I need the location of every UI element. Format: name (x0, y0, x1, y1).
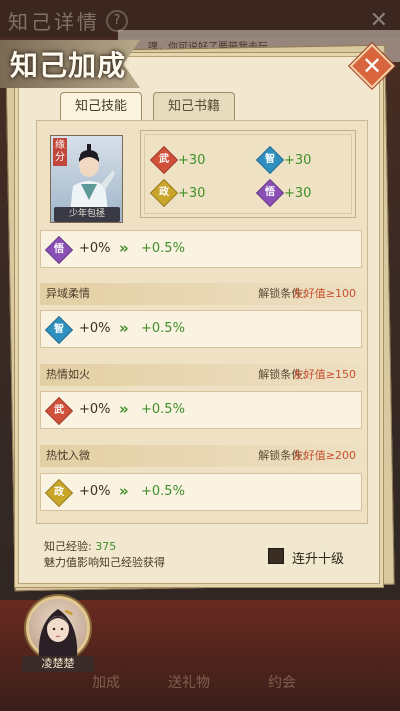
wisdom-gem-icon: 智 (255, 145, 285, 175)
exp-value: 375 (95, 540, 117, 553)
skill-next-bonus: +0.5% (141, 241, 185, 256)
skill-header: 异域柔情 解锁条件: 友好值≥100 (40, 283, 362, 305)
skill-header: 热忱入微 解锁条件: 友好值≥200 (40, 445, 362, 467)
skill-row: 政 +0% » +0.5% (40, 473, 362, 511)
martial-gem-icon: 武 (149, 145, 179, 175)
bottom-tab-gift[interactable]: 送礼物 (168, 672, 210, 692)
panel-title: 知己加成 (10, 49, 127, 82)
level-up-label[interactable]: 连升十级 (292, 548, 344, 567)
martial-gem-icon: 武 (44, 396, 74, 426)
skill-row: 悟 +0% » +0.5% (40, 230, 362, 268)
double-chevron-icon: » (119, 319, 129, 337)
skill-name: 异域柔情 (46, 287, 90, 300)
skill-next-bonus: +0.5% (141, 402, 185, 417)
double-chevron-icon: » (119, 239, 129, 257)
tab-books[interactable]: 知己书籍 (153, 92, 235, 120)
unlock-requirement: 友好值≥200 (292, 449, 356, 462)
skill-row: 武 +0% » +0.5% (40, 391, 362, 429)
stat-value: +30 (284, 152, 312, 168)
stat-value: +30 (178, 185, 206, 201)
exp-label: 知己经验: (44, 540, 92, 553)
bottom-tab-date[interactable]: 约会 (268, 672, 296, 692)
stat-insight: 悟 +30 (255, 178, 312, 208)
unlock-requirement: 友好值≥150 (292, 368, 356, 381)
level-up-checkbox[interactable] (268, 548, 284, 564)
double-chevron-icon: » (119, 400, 129, 418)
skill-name: 热情如火 (46, 368, 90, 381)
wisdom-gem-icon: 智 (44, 315, 74, 345)
skill-current-bonus: +0% (79, 241, 111, 256)
companion-exp: 知己经验: 375 (44, 538, 116, 554)
skill-current-bonus: +0% (79, 402, 111, 417)
politics-gem-icon: 政 (149, 178, 179, 208)
insight-gem-icon: 悟 (255, 178, 285, 208)
skill-name: 热忱入微 (46, 449, 90, 462)
skill-current-bonus: +0% (79, 321, 111, 336)
tab-skills[interactable]: 知己技能 (60, 92, 142, 120)
exp-hint: 魅力值影响知己经验获得 (44, 556, 165, 569)
background-title: 知己详情 (8, 10, 100, 34)
politics-gem-icon: 政 (44, 478, 74, 508)
stat-wisdom: 智 +30 (255, 145, 312, 175)
companion-name: 少年包拯 (54, 207, 120, 222)
help-icon[interactable]: ? (106, 10, 128, 32)
stat-value: +30 (284, 185, 312, 201)
bottom-tab-bonus[interactable]: 加成 (92, 672, 120, 692)
close-icon: ✕ (361, 52, 383, 80)
stat-politics: 政 +30 (149, 178, 206, 208)
stat-value: +30 (178, 152, 206, 168)
double-chevron-icon: » (119, 482, 129, 500)
character-avatar-art (38, 609, 78, 657)
unlock-requirement: 友好值≥100 (292, 287, 356, 300)
character-avatar[interactable] (26, 596, 90, 660)
skill-current-bonus: +0% (79, 484, 111, 499)
stats-panel (140, 130, 356, 218)
stat-martial: 武 +30 (149, 145, 206, 175)
skill-next-bonus: +0.5% (141, 484, 185, 499)
skill-row: 智 +0% » +0.5% (40, 310, 362, 348)
character-name: 凌楚楚 (22, 656, 94, 672)
skill-header: 热情如火 解锁条件: 友好值≥150 (40, 364, 362, 386)
insight-gem-icon: 悟 (44, 235, 74, 265)
skill-next-bonus: +0.5% (141, 321, 185, 336)
